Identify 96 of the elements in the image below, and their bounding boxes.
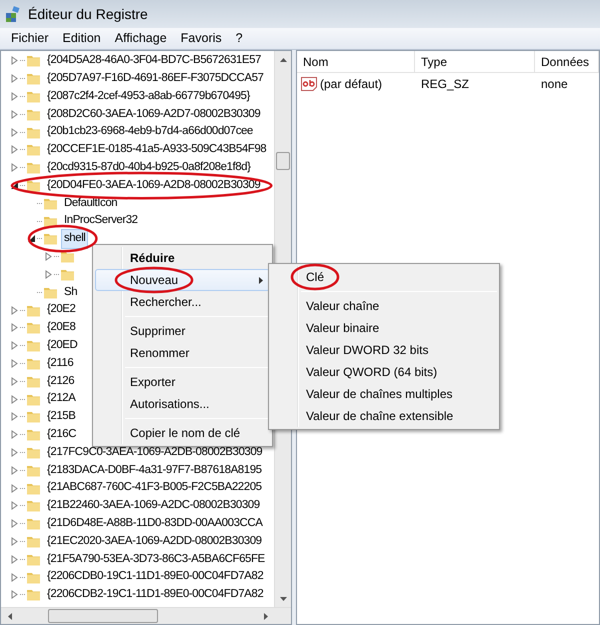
tree-item[interactable]: {2206CDB0-19C1-11D1-89E0-00C04FD7A82 [44, 567, 266, 587]
folder-icon [60, 268, 75, 281]
expand-arrow-icon[interactable] [10, 74, 19, 84]
menu-item[interactable]: Rechercher... [95, 291, 270, 313]
tree-item[interactable]: {216C [44, 425, 80, 444]
string-value-icon [301, 77, 317, 91]
expand-arrow-icon[interactable] [10, 358, 19, 368]
tree-item[interactable]: {2126 [44, 372, 78, 391]
value-name[interactable]: (par défaut) [320, 75, 382, 93]
expand-arrow-icon[interactable] [10, 128, 19, 137]
expand-arrow-icon[interactable] [10, 484, 19, 493]
tree-item[interactable]: {2116 [44, 354, 76, 374]
menu-item[interactable]: Réduire [95, 247, 270, 269]
tree-item[interactable]: {205D7A97-F16D-4691-86EF-F3075DCCA57 [44, 69, 266, 88]
expand-arrow-icon[interactable] [10, 394, 19, 404]
submenu-arrow-icon [259, 277, 263, 284]
menu-item[interactable]: Affichage [108, 27, 174, 50]
column-header[interactable]: Données [535, 51, 599, 72]
menu-item[interactable]: Exporter [95, 371, 270, 393]
menu-item[interactable]: Valeur de chaînes multiples [271, 383, 497, 405]
expand-arrow-icon[interactable] [10, 145, 19, 154]
scrollbar-thumb[interactable] [48, 609, 158, 623]
value-type: REG_SZ [421, 77, 470, 91]
value-data: none [541, 77, 568, 91]
expand-arrow-icon[interactable] [10, 110, 19, 119]
folder-icon [60, 250, 75, 264]
expand-arrow-icon[interactable] [10, 306, 19, 315]
registry-app-icon [4, 5, 22, 23]
tree-item[interactable]: DefaultIcon [61, 194, 120, 213]
menu-item[interactable]: Renommer [95, 342, 270, 364]
expand-arrow-icon[interactable] [44, 252, 53, 262]
scroll-up-arrow-icon[interactable] [280, 58, 287, 62]
expand-arrow-icon[interactable] [10, 466, 19, 475]
tree-item[interactable]: {204D5A28-46A0-3F04-BD7C-B5672631E57 [44, 51, 264, 71]
expand-arrow-icon[interactable] [10, 430, 19, 440]
tree-item[interactable]: {21B22460-3AEA-1069-A2DC-08002B30309 [44, 496, 263, 516]
menu-item[interactable]: Copier le nom de clé [95, 422, 270, 444]
menu-item[interactable]: ? [228, 27, 250, 50]
column-header[interactable]: Type [415, 51, 535, 72]
menu-item[interactable]: Clé [271, 266, 497, 288]
tree-item[interactable]: shell [61, 229, 88, 248]
tree-item[interactable]: {217FC9C0-3AEA-1069-A2DB-08002B30309 [44, 442, 266, 462]
expand-arrow-icon[interactable] [10, 536, 19, 546]
menu-item[interactable]: Supprimer [95, 320, 270, 342]
folder-icon [26, 178, 41, 192]
expand-arrow-icon[interactable] [10, 501, 19, 510]
tree-item[interactable]: {20cd9315-87d0-40b4-b925-0a8f208e1f8d} [44, 158, 254, 178]
menu-item[interactable]: Edition [56, 27, 108, 50]
menu-item[interactable]: Fichier [4, 27, 56, 50]
scroll-left-arrow-icon[interactable] [8, 613, 12, 620]
collapse-arrow-icon[interactable] [10, 180, 19, 190]
expand-arrow-icon[interactable] [10, 56, 19, 66]
tree-item[interactable]: {215B [44, 407, 78, 426]
scroll-right-arrow-icon[interactable] [264, 613, 268, 620]
expand-arrow-icon[interactable] [10, 376, 19, 386]
expand-arrow-icon[interactable] [10, 590, 19, 600]
expand-arrow-icon[interactable] [10, 572, 19, 582]
expand-arrow-icon[interactable] [10, 163, 19, 172]
tree-item[interactable]: {20D04FE0-3AEA-1069-A2D8-08002B30309 [44, 176, 264, 196]
menu-item[interactable]: Valeur QWORD (64 bits) [271, 361, 497, 383]
tree-item[interactable]: {2206CDB2-19C1-11D1-89E0-00C04FD7A82 [44, 585, 266, 604]
tree-item[interactable]: {20b1cb23-6968-4eb9-b7d4-a66d00d07cee [44, 122, 256, 142]
column-header[interactable]: Nom [297, 51, 415, 72]
expand-arrow-icon[interactable] [10, 323, 19, 332]
tree-item[interactable]: {208D2C60-3AEA-1069-A2D7-08002B30309 [44, 104, 264, 124]
tree-item[interactable]: {20E2 [44, 300, 78, 320]
expand-arrow-icon[interactable] [10, 519, 19, 528]
menu-item[interactable]: Favoris [174, 27, 229, 50]
menu-item[interactable]: Valeur binaire [271, 317, 497, 339]
tree-item[interactable]: {212A [44, 389, 78, 409]
expand-arrow-icon[interactable] [10, 412, 19, 422]
tree-item[interactable]: {20ED [44, 336, 80, 356]
expand-arrow-icon[interactable] [44, 270, 53, 279]
scroll-down-arrow-icon[interactable] [280, 596, 287, 600]
folder-icon [43, 232, 58, 246]
menu-item[interactable]: Nouveau [95, 269, 270, 291]
tree-item[interactable]: {20E8 [44, 318, 78, 338]
expand-arrow-icon[interactable] [10, 448, 19, 457]
menu-item[interactable]: Valeur chaîne [271, 295, 497, 317]
menu-item[interactable]: Autorisations... [95, 393, 270, 415]
expand-arrow-icon[interactable] [10, 554, 19, 564]
expand-arrow-icon[interactable] [10, 92, 19, 101]
menu-item[interactable]: Valeur DWORD 32 bits [271, 339, 497, 361]
tree-item[interactable]: {21ABC687-760C-41F3-B005-F2C5BA22205 [44, 478, 265, 498]
menu-item[interactable]: Valeur de chaîne extensible [271, 405, 497, 427]
tree-item[interactable]: {20CCEF1E-0185-41a5-A933-509C43B54F98 [44, 140, 270, 160]
window-title: Éditeur du Registre [28, 4, 148, 24]
tree-item[interactable]: InProcServer32 [61, 211, 141, 231]
tree-item[interactable]: {2183DACA-D0BF-4a31-97F7-B87618A8195 [44, 460, 265, 480]
tree-item[interactable]: Sh [61, 282, 80, 302]
expand-arrow-icon[interactable] [10, 341, 19, 350]
tree-item[interactable]: {21F5A790-53EA-3D73-86C3-A5BA6CF65FE [44, 550, 268, 569]
scrollbar-thumb[interactable] [276, 152, 290, 170]
tree-item[interactable]: {2087c2f4-2cef-4953-a8ab-66779b670495} [44, 86, 253, 106]
tree-item[interactable]: {21EC2020-3AEA-1069-A2DD-08002B30309 [44, 532, 265, 552]
tree-item[interactable]: {21D6D48E-A88B-11D0-83DD-00AA003CCA [44, 514, 266, 534]
